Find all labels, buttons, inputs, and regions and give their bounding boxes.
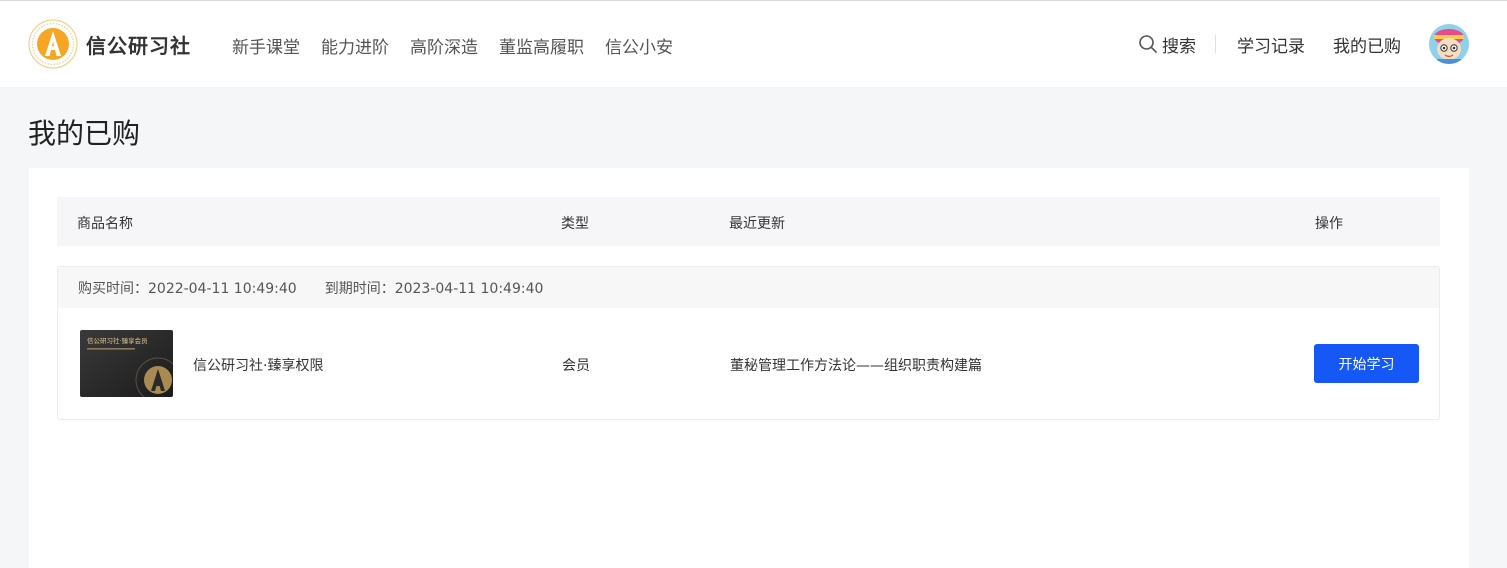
column-header-update: 最近更新 bbox=[729, 216, 785, 232]
study-record-link[interactable]: 学习记录 bbox=[1237, 32, 1305, 57]
nav-item-advanced[interactable]: 能力进阶 bbox=[321, 33, 389, 58]
table-header: 商品名称 类型 最近更新 操作 bbox=[57, 197, 1440, 246]
header: 信公研习社 新手课堂 能力进阶 高阶深造 董监高履职 信公小安 搜索 学习记录 … bbox=[0, 1, 1507, 87]
expire-time-label: 到期时间： bbox=[324, 280, 395, 297]
column-header-name: 商品名称 bbox=[77, 216, 133, 232]
purchase-time: 购买时间：2022-04-11 10:49:40 bbox=[78, 278, 297, 298]
nav-item-assistant[interactable]: 信公小安 bbox=[605, 33, 673, 58]
purchase-time-label: 购买时间： bbox=[78, 280, 148, 297]
thumbnail-title: 信公研习社·臻享会员 bbox=[87, 336, 148, 345]
avatar[interactable] bbox=[1429, 24, 1469, 64]
nav-item-expert[interactable]: 高阶深造 bbox=[410, 33, 478, 58]
nav-item-beginner[interactable]: 新手课堂 bbox=[232, 33, 300, 58]
brand-logo[interactable]: 信公研习社 bbox=[28, 19, 191, 69]
start-learning-button[interactable]: 开始学习 bbox=[1314, 344, 1419, 383]
product-type: 会员 bbox=[562, 358, 590, 374]
brand-name: 信公研习社 bbox=[86, 33, 191, 58]
brand-logo-icon bbox=[28, 19, 78, 69]
order-card: 购买时间：2022-04-11 10:49:40 到期时间：2023-04-11… bbox=[57, 266, 1440, 420]
user-nav: 搜索 学习记录 我的已购 bbox=[1138, 23, 1469, 65]
product-name[interactable]: 信公研习社·臻享权限 bbox=[193, 355, 323, 375]
purchases-panel: 商品名称 类型 最近更新 操作 购买时间：2022-04-11 10:49:40… bbox=[29, 168, 1469, 568]
expire-time: 到期时间：2023-04-11 10:49:40 bbox=[325, 278, 544, 298]
purchase-time-value: 2022-04-11 10:49:40 bbox=[148, 280, 297, 297]
expire-time-value: 2023-04-11 10:49:40 bbox=[394, 280, 544, 297]
page-title: 我的已购 bbox=[28, 117, 141, 150]
search-label: 搜索 bbox=[1162, 36, 1196, 57]
table-row: 信公研习社·臻享会员 信公研习社·臻享权限 会员 董秘管理工作方法论——组织职责… bbox=[58, 308, 1439, 419]
product-thumbnail[interactable]: 信公研习社·臻享会员 bbox=[80, 330, 173, 397]
latest-update: 董秘管理工作方法论——组织职责构建篇 bbox=[730, 358, 982, 374]
my-purchases-link[interactable]: 我的已购 bbox=[1333, 32, 1401, 57]
search-icon bbox=[1139, 35, 1157, 53]
order-meta: 购买时间：2022-04-11 10:49:40 到期时间：2023-04-11… bbox=[58, 267, 1439, 308]
search-button[interactable]: 搜索 bbox=[1138, 32, 1196, 57]
column-header-action: 操作 bbox=[1315, 216, 1343, 232]
column-header-type: 类型 bbox=[561, 216, 589, 232]
nav-item-directors[interactable]: 董监高履职 bbox=[499, 33, 584, 58]
main-nav: 新手课堂 能力进阶 高阶深造 董监高履职 信公小安 bbox=[232, 33, 694, 58]
user-avatar-image bbox=[1429, 24, 1469, 64]
nav-divider bbox=[1215, 35, 1216, 53]
